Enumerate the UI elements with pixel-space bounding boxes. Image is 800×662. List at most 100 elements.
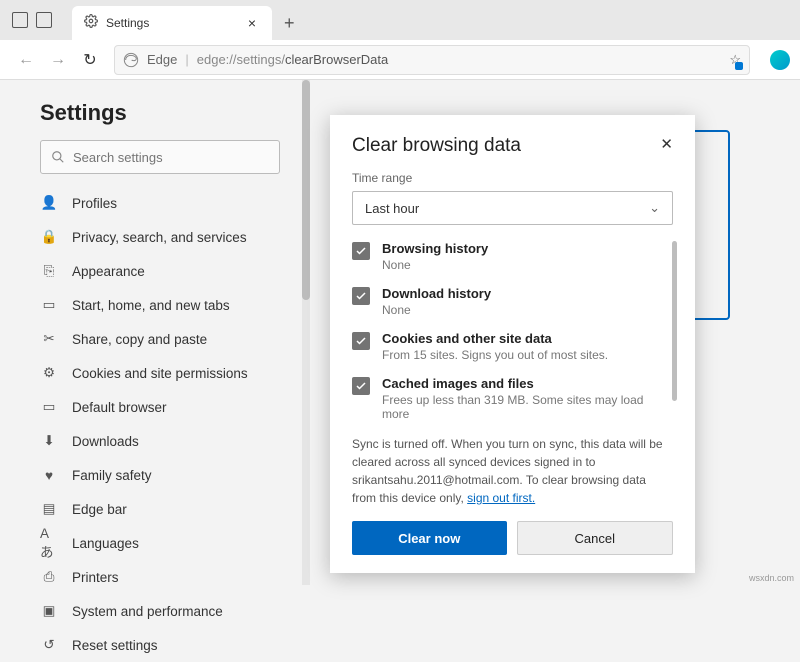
sidebar-item-10[interactable]: Aあ Languages (40, 526, 310, 560)
nav-label: Share, copy and paste (72, 332, 207, 347)
nav-icon: ▣ (40, 603, 58, 619)
option-title: Browsing history (382, 241, 488, 256)
settings-sidebar: Settings 👤 Profiles 🔒 Privacy, search, and … (0, 80, 310, 585)
nav-label: Downloads (72, 434, 139, 449)
edge-logo-icon (123, 52, 139, 68)
clear-now-button[interactable]: Clear now (352, 521, 507, 555)
option-row-3: Cached images and files Frees up less tha… (352, 376, 673, 421)
nav-icon: ✂ (40, 331, 58, 347)
time-range-label: Time range (352, 171, 673, 185)
clear-browsing-data-dialog: Clear browsing data ✕ Time range Last ho… (330, 115, 695, 573)
tab-close-icon[interactable]: × (244, 15, 260, 31)
nav-icon: 🔒 (40, 229, 58, 245)
nav-icon: ⬇ (40, 433, 58, 449)
sidebar-item-2[interactable]: ⎘ Appearance (40, 254, 310, 288)
browser-tab[interactable]: Settings × (72, 6, 272, 40)
nav-label: System and performance (72, 604, 223, 619)
window-controls (0, 0, 64, 40)
option-subtitle: From 15 sites. Signs you out of most sit… (382, 348, 608, 362)
sidebar-item-7[interactable]: ⬇ Downloads (40, 424, 310, 458)
watermark: wsxdn.com (749, 573, 794, 583)
url-path: clearBrowserData (285, 52, 388, 67)
dialog-title: Clear browsing data (352, 135, 660, 157)
tab-actions-icon[interactable] (12, 12, 28, 28)
refresh-button[interactable]: ↻ (74, 44, 106, 76)
nav-label: Appearance (72, 264, 145, 279)
sidebar-item-1[interactable]: 🔒 Privacy, search, and services (40, 220, 310, 254)
sidebar-scrollbar[interactable] (302, 80, 310, 585)
checkbox[interactable] (352, 332, 370, 350)
options-scrollbar[interactable] (672, 241, 677, 401)
nav-label: Edge bar (72, 502, 127, 517)
option-subtitle: Frees up less than 319 MB. Some sites ma… (382, 393, 673, 421)
option-title: Cached images and files (382, 376, 673, 391)
sidebar-item-4[interactable]: ✂ Share, copy and paste (40, 322, 310, 356)
option-row-1: Download history None (352, 286, 673, 317)
nav-label: Default browser (72, 400, 167, 415)
toolbar: ← → ↻ Edge | edge://settings/clearBrowse… (0, 40, 800, 80)
nav-icon: ↺ (40, 637, 58, 653)
sidebar-item-6[interactable]: ▭ Default browser (40, 390, 310, 424)
page-title: Settings (40, 100, 310, 126)
options-list: Browsing history None Download history None… (352, 241, 673, 421)
nav-icon: Aあ (40, 526, 58, 561)
close-icon[interactable]: ✕ (660, 135, 673, 153)
nav-label: Printers (72, 570, 119, 585)
nav-label: Start, home, and new tabs (72, 298, 230, 313)
option-subtitle: None (382, 303, 491, 317)
chevron-down-icon: ⌄ (649, 200, 660, 216)
nav-label: Profiles (72, 196, 117, 211)
sidebar-item-11[interactable]: ⎙ Printers (40, 560, 310, 594)
option-row-2: Cookies and other site data From 15 sites… (352, 331, 673, 362)
tab-title: Settings (106, 16, 244, 30)
option-subtitle: None (382, 258, 488, 272)
url-prefix: edge://settings/ (197, 52, 285, 67)
cancel-button[interactable]: Cancel (517, 521, 674, 555)
search-icon (51, 150, 65, 164)
nav-label: Privacy, search, and services (72, 230, 247, 245)
favorite-icon[interactable]: ☆ (729, 52, 741, 68)
titlebar: Settings × + (0, 0, 800, 40)
search-settings-box[interactable] (40, 140, 280, 174)
nav-label: Reset settings (72, 638, 158, 653)
checkbox[interactable] (352, 242, 370, 260)
back-button[interactable]: ← (10, 44, 42, 76)
sidebar-item-9[interactable]: ▤ Edge bar (40, 492, 310, 526)
search-input[interactable] (73, 150, 269, 165)
collections-icon[interactable] (36, 12, 52, 28)
sync-note: Sync is turned off. When you turn on syn… (352, 435, 673, 507)
time-range-select[interactable]: Last hour ⌄ (352, 191, 673, 225)
gear-icon (84, 14, 98, 33)
checkbox[interactable] (352, 377, 370, 395)
sidebar-item-0[interactable]: 👤 Profiles (40, 186, 310, 220)
favorite-badge (735, 62, 743, 70)
option-title: Download history (382, 286, 491, 301)
option-row-0: Browsing history None (352, 241, 673, 272)
sign-out-link[interactable]: sign out first. (467, 491, 535, 505)
nav-icon: ▤ (40, 501, 58, 517)
url-separator: | (185, 52, 188, 67)
nav-icon: ⚙ (40, 365, 58, 381)
nav-label: Family safety (72, 468, 152, 483)
nav-label: Languages (72, 536, 139, 551)
time-range-value: Last hour (365, 201, 419, 216)
sidebar-item-3[interactable]: ▭ Start, home, and new tabs (40, 288, 310, 322)
option-title: Cookies and other site data (382, 331, 608, 346)
sidebar-item-12[interactable]: ▣ System and performance (40, 594, 310, 628)
address-bar[interactable]: Edge | edge://settings/clearBrowserData … (114, 45, 750, 75)
nav-icon: ⎘ (40, 263, 58, 279)
new-tab-button[interactable]: + (272, 6, 307, 40)
sidebar-item-5[interactable]: ⚙ Cookies and site permissions (40, 356, 310, 390)
nav-label: Cookies and site permissions (72, 366, 248, 381)
checkbox[interactable] (352, 287, 370, 305)
nav-icon: ♥ (40, 468, 58, 483)
nav-icon: 👤 (40, 195, 58, 211)
sidebar-item-8[interactable]: ♥ Family safety (40, 458, 310, 492)
nav-icon: ⎙ (40, 569, 58, 585)
sidebar-item-13[interactable]: ↺ Reset settings (40, 628, 310, 662)
forward-button: → (42, 44, 74, 76)
nav-icon: ▭ (40, 297, 58, 313)
profile-avatar[interactable] (770, 50, 790, 70)
nav-list: 👤 Profiles 🔒 Privacy, search, and services ⎘… (40, 186, 310, 662)
nav-icon: ▭ (40, 399, 58, 415)
